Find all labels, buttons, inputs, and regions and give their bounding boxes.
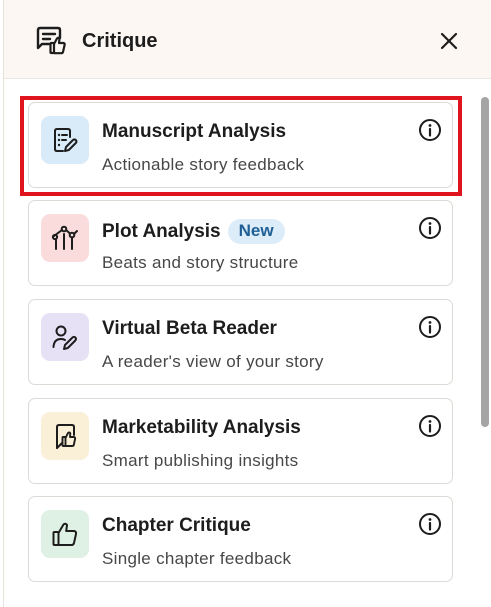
manuscript-edit-icon	[41, 116, 89, 164]
card-subtitle: Beats and story structure	[102, 253, 299, 272]
critique-panel: Critique Manuscript Analysis Actionable …	[3, 0, 491, 607]
info-icon[interactable]	[418, 512, 442, 536]
card-title: Manuscript Analysis	[102, 121, 287, 142]
reader-edit-icon	[41, 313, 89, 361]
scrollbar-thumb[interactable]	[481, 97, 489, 427]
card-title-text: Plot Analysis	[102, 221, 221, 242]
card-subtitle: A reader's view of your story	[102, 352, 324, 371]
card-title: Chapter Critique	[102, 515, 251, 536]
panel-header: Critique	[4, 0, 491, 79]
plot-analysis-card[interactable]: Plot Analysis New Beats and story structu…	[28, 200, 453, 286]
close-icon[interactable]	[437, 29, 461, 53]
marketability-analysis-card[interactable]: Marketability Analysis Smart publishing …	[28, 398, 453, 484]
card-subtitle: Smart publishing insights	[102, 451, 299, 470]
plot-chart-icon	[41, 214, 89, 262]
card-subtitle: Single chapter feedback	[102, 549, 292, 568]
thumbs-up-icon	[41, 510, 89, 558]
card-title: Marketability Analysis	[102, 417, 301, 438]
info-icon[interactable]	[418, 216, 442, 240]
chapter-critique-card[interactable]: Chapter Critique Single chapter feedback	[28, 496, 453, 582]
new-badge: New	[227, 219, 285, 244]
panel-title: Critique	[82, 30, 158, 52]
card-title: Plot Analysis New	[102, 219, 285, 244]
info-icon[interactable]	[418, 414, 442, 438]
critique-icon	[36, 26, 66, 55]
card-title: Virtual Beta Reader	[102, 318, 277, 339]
card-subtitle: Actionable story feedback	[102, 155, 305, 174]
manuscript-analysis-card[interactable]: Manuscript Analysis Actionable story fee…	[28, 102, 453, 188]
info-icon[interactable]	[418, 315, 442, 339]
virtual-beta-reader-card[interactable]: Virtual Beta Reader A reader's view of y…	[28, 299, 453, 385]
bookmark-thumbs-icon	[41, 412, 89, 460]
info-icon[interactable]	[418, 118, 442, 142]
